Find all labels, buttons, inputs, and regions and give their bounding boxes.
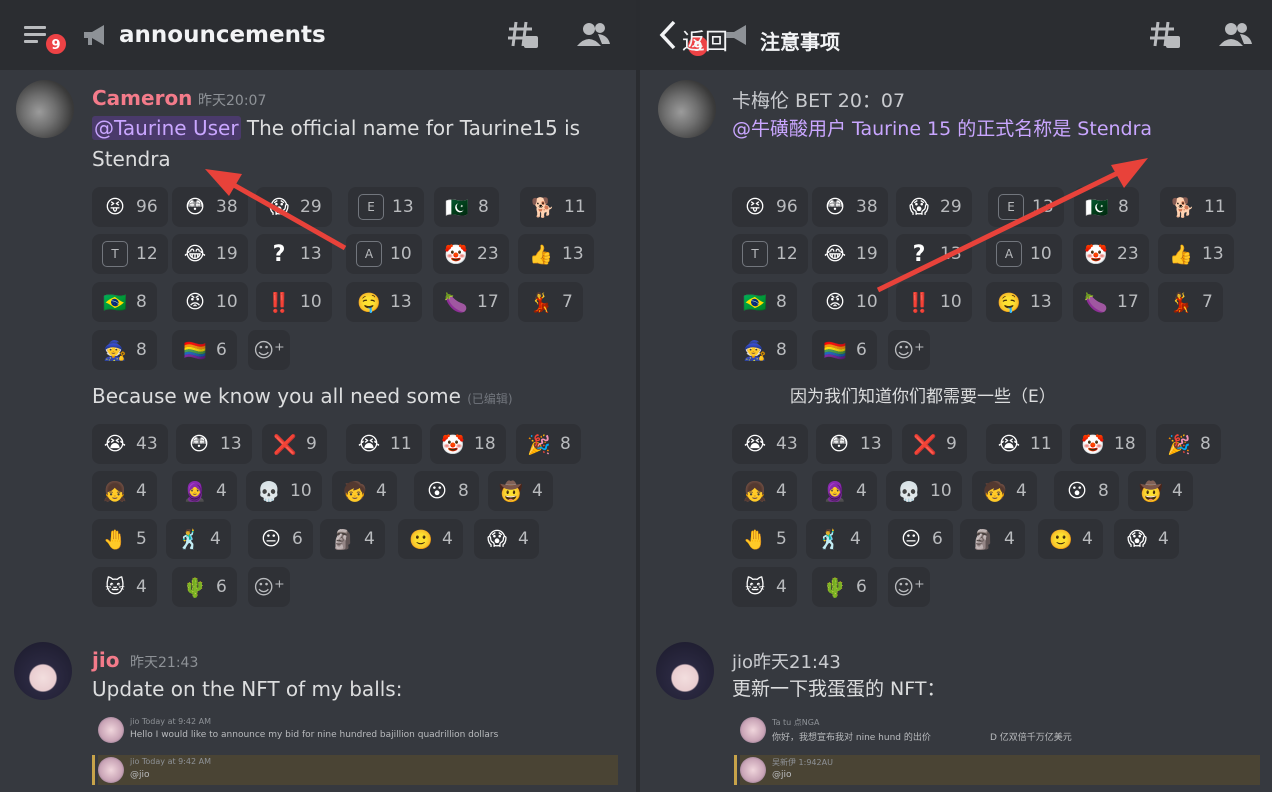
- original-screenshot-panel: 9 announcements Cameron 昨天20:07 @Taurine…: [0, 0, 636, 792]
- red-arrow-annotation: [876, 158, 1148, 293]
- translated-screenshot-panel: 9 返回 注意事项 卡梅伦 BET 20：07 @牛磺酸用户 Taurine 1…: [640, 0, 1272, 792]
- red-arrow-annotation: [205, 169, 347, 251]
